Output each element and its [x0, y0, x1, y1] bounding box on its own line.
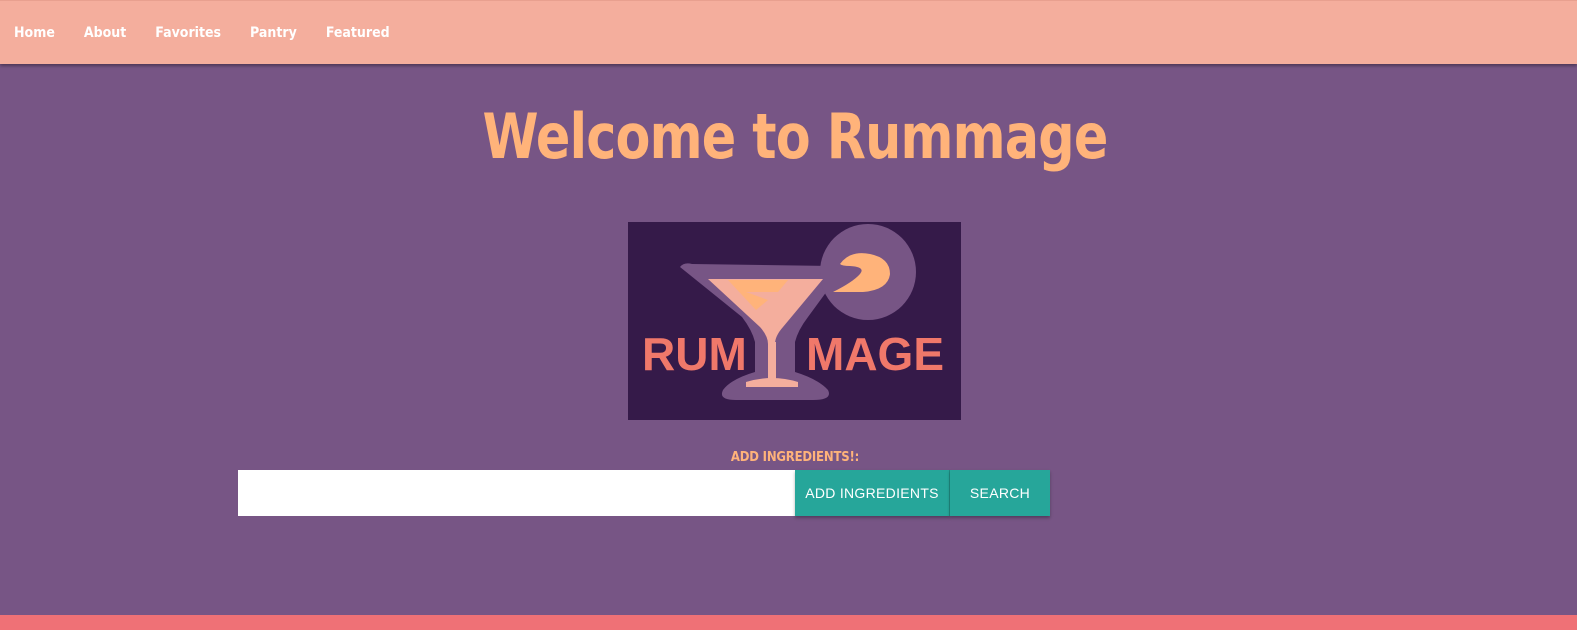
footer-strip [0, 615, 1577, 630]
top-navbar: Home About Favorites Pantry Featured [0, 0, 1577, 64]
nav-item-pantry[interactable]: Pantry [250, 25, 297, 41]
nav-item-home[interactable]: Home [14, 25, 55, 41]
rummage-logo: RUM MAGE [628, 222, 961, 420]
nav-item-featured[interactable]: Featured [326, 25, 390, 41]
ingredient-input[interactable] [238, 470, 795, 516]
logo-text-right: MAGE [806, 328, 944, 380]
nav-item-about[interactable]: About [84, 25, 126, 41]
add-ingredients-label: ADD INGREDIENTS!: [730, 450, 860, 465]
logo-text-left: RUM [642, 328, 747, 380]
search-button[interactable]: SEARCH [950, 470, 1050, 516]
page-title: Welcome to Rummage [482, 100, 1108, 173]
nav-item-favorites[interactable]: Favorites [155, 25, 221, 41]
ingredient-search-form: ADD INGREDIENTS SEARCH [238, 470, 1050, 516]
rummage-logo-graphic: RUM MAGE [642, 224, 944, 400]
nav-list: Home About Favorites Pantry Featured [0, 1, 419, 65]
add-ingredients-button[interactable]: ADD INGREDIENTS [795, 470, 950, 516]
